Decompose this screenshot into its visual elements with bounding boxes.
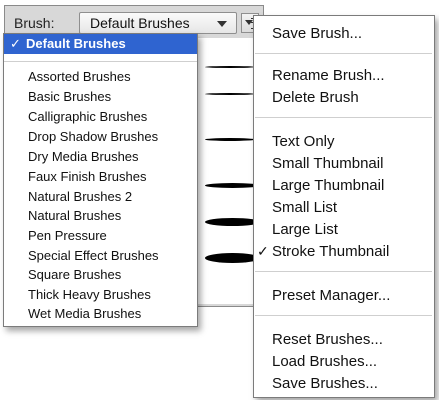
preset-item[interactable]: Faux Finish Brushes [28, 169, 147, 184]
preset-item[interactable]: Calligraphic Brushes [28, 109, 147, 124]
preset-item[interactable]: Wet Media Brushes [28, 306, 141, 321]
preset-item-label: Default Brushes [26, 36, 126, 51]
brush-stroke-preview [205, 138, 255, 141]
menu-item-large-list[interactable]: Large List [272, 221, 338, 238]
preset-item[interactable]: Natural Brushes [28, 208, 121, 223]
menu-item-small-thumbnail[interactable]: Small Thumbnail [272, 155, 383, 172]
preset-item[interactable]: Assorted Brushes [28, 69, 131, 84]
brush-preset-dropdown[interactable]: Default Brushes [79, 12, 237, 34]
brush-preset-menu: ✓ Default Brushes Assorted Brushes Basic… [3, 33, 198, 327]
menu-item-preset-manager[interactable]: Preset Manager... [272, 287, 390, 304]
preset-item[interactable]: Thick Heavy Brushes [28, 287, 151, 302]
menu-item-save-brushes[interactable]: Save Brushes... [272, 375, 378, 392]
menu-item-large-thumbnail[interactable]: Large Thumbnail [272, 177, 384, 194]
menu-item-small-list[interactable]: Small List [272, 199, 337, 216]
brush-preset-value: Default Brushes [90, 15, 190, 31]
preset-item[interactable]: Pen Pressure [28, 228, 107, 243]
menu-item-load-brushes[interactable]: Load Brushes... [272, 353, 377, 370]
menu-item-text-only[interactable]: Text Only [272, 133, 335, 150]
menu-item-delete-brush[interactable]: Delete Brush [272, 89, 359, 106]
checkmark-icon: ✓ [257, 243, 269, 259]
menu-separator [255, 53, 432, 54]
menu-separator [255, 271, 432, 272]
preset-item[interactable]: Drop Shadow Brushes [28, 129, 158, 144]
preset-item-selected[interactable]: ✓ Default Brushes [4, 34, 197, 54]
preset-item[interactable]: Basic Brushes [28, 89, 111, 104]
brush-stroke-preview [205, 218, 260, 226]
menu-separator [4, 61, 197, 62]
preset-item[interactable]: Dry Media Brushes [28, 149, 139, 164]
preset-item[interactable]: Square Brushes [28, 267, 121, 282]
brush-stroke-preview [205, 253, 260, 263]
menu-item-rename-brush[interactable]: Rename Brush... [272, 67, 385, 84]
brush-stroke-preview [205, 66, 255, 68]
checkmark-icon: ✓ [10, 36, 21, 51]
brush-label: Brush: [14, 15, 55, 31]
menu-separator [255, 117, 432, 118]
brush-stroke-preview [205, 183, 260, 188]
panel-flyout-menu: Save Brush... Rename Brush... Delete Bru… [253, 15, 435, 398]
menu-separator [255, 315, 432, 316]
preset-item[interactable]: Special Effect Brushes [28, 248, 159, 263]
menu-item-stroke-thumbnail[interactable]: Stroke Thumbnail [272, 243, 389, 260]
menu-item-save-brush[interactable]: Save Brush... [272, 25, 362, 42]
chevron-down-icon [217, 21, 227, 27]
menu-item-reset-brushes[interactable]: Reset Brushes... [272, 331, 383, 348]
preset-item[interactable]: Natural Brushes 2 [28, 189, 132, 204]
brush-stroke-preview [205, 93, 255, 95]
